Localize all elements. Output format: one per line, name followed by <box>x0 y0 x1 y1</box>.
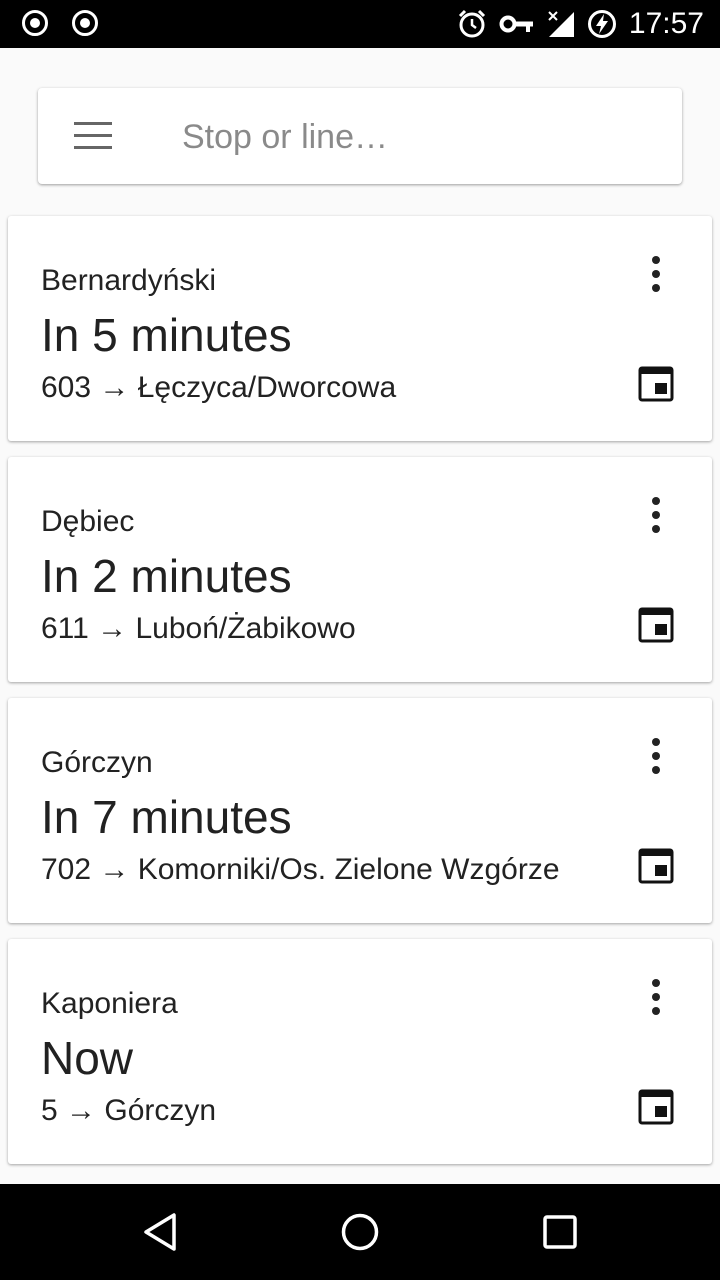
route-line: 603 → Łęczyca/Dworcowa <box>41 371 397 404</box>
stop-name: Kaponiera <box>41 987 178 1020</box>
stop-name: Bernardyński <box>41 264 217 297</box>
more-options-icon[interactable] <box>644 495 668 535</box>
route-line: 702 → Komorniki/Os. Zielone Wzgórze <box>41 853 560 886</box>
picture-in-picture-icon[interactable] <box>638 366 674 402</box>
departure-card[interactable]: Dębiec In 2 minutes 611 → Luboń/Żabikowo <box>8 457 712 682</box>
departure-time: In 5 minutes <box>41 309 292 361</box>
recents-icon[interactable] <box>540 1212 580 1252</box>
picture-in-picture-icon[interactable] <box>638 607 674 643</box>
more-options-icon[interactable] <box>644 736 668 776</box>
menu-icon[interactable] <box>74 122 114 150</box>
back-icon[interactable] <box>140 1212 180 1252</box>
home-icon[interactable] <box>340 1212 380 1252</box>
battery-charging-icon <box>587 10 616 38</box>
stop-name: Górczyn <box>41 746 153 779</box>
route-line: 611 → Luboń/Żabikowo <box>41 612 356 645</box>
status-bar: 17:57 <box>0 0 720 48</box>
search-input[interactable] <box>182 112 642 162</box>
route-line: 5 → Górczyn <box>41 1094 217 1127</box>
departure-time: Now <box>41 1032 134 1084</box>
alarm-icon <box>458 9 485 38</box>
picture-in-picture-icon[interactable] <box>638 848 674 884</box>
navigation-bar <box>0 1184 720 1280</box>
record-icon <box>72 10 98 36</box>
search-bar <box>38 88 682 184</box>
more-options-icon[interactable] <box>644 977 668 1017</box>
departure-time: In 2 minutes <box>41 550 292 602</box>
clock: 17:57 <box>628 7 704 40</box>
departure-time: In 7 minutes <box>41 791 292 843</box>
stop-name: Dębiec <box>41 505 135 538</box>
departure-card[interactable]: Bernardyński In 5 minutes 603 → Łęczyca/… <box>8 216 712 441</box>
picture-in-picture-icon[interactable] <box>638 1089 674 1125</box>
vpn-key-icon <box>499 15 533 33</box>
departure-card[interactable]: Górczyn In 7 minutes 702 → Komorniki/Os.… <box>8 698 712 923</box>
record-icon <box>22 10 48 36</box>
signal-no-data-icon <box>548 11 574 37</box>
departure-card[interactable]: Kaponiera Now 5 → Górczyn <box>8 939 712 1164</box>
more-options-icon[interactable] <box>644 254 668 294</box>
